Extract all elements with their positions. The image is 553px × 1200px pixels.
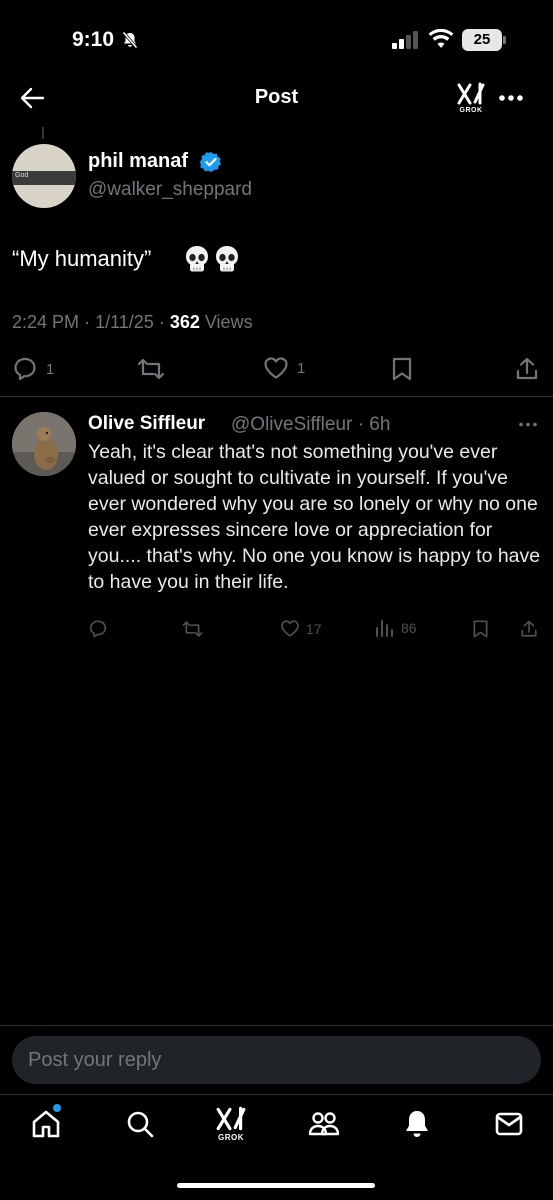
home-icon	[32, 1110, 60, 1138]
home-indicator[interactable]	[177, 1183, 375, 1188]
notification-dot	[53, 1104, 61, 1112]
share-icon	[521, 620, 537, 637]
communities-icon	[308, 1112, 340, 1136]
bookmark-button[interactable]	[391, 356, 413, 382]
nav-messages[interactable]	[493, 1108, 525, 1140]
divider	[0, 396, 553, 397]
meta-separator: ·	[158, 312, 170, 332]
nav-grok[interactable]: GROK	[215, 1106, 247, 1142]
share-icon	[516, 357, 538, 380]
share-button[interactable]	[515, 356, 539, 382]
silent-mode-icon	[121, 31, 139, 49]
reply-share-button[interactable]	[520, 619, 538, 639]
author-handle[interactable]: @walker_sheppard	[88, 179, 252, 201]
meta-separator: ·	[352, 414, 370, 435]
mail-icon	[495, 1112, 523, 1136]
nav-home[interactable]	[30, 1108, 62, 1140]
nav-search[interactable]	[124, 1108, 156, 1140]
skull-icon	[186, 246, 208, 272]
author-avatar[interactable]: God	[12, 144, 76, 208]
skull-icon	[216, 246, 238, 272]
grok-button[interactable]: GROK	[456, 82, 486, 114]
post-time: 2:24 PM	[12, 312, 80, 332]
repost-icon	[182, 621, 203, 637]
cellular-signal-icon	[392, 31, 420, 49]
like-count: 1	[297, 359, 306, 377]
post-text: “My humanity”	[12, 246, 152, 271]
avatar-text: God	[15, 172, 29, 179]
thread-connector	[42, 127, 44, 139]
grok-nav-label: GROK	[218, 1133, 244, 1142]
meta-separator: ·	[84, 312, 96, 332]
reply-text: Yeah, it's clear that's not something yo…	[88, 441, 541, 593]
author-name[interactable]: phil manaf	[88, 150, 188, 173]
reply-bookmark-button[interactable]	[472, 619, 489, 639]
divider	[0, 1025, 553, 1026]
search-icon	[127, 1111, 154, 1138]
reply-views-count: 86	[401, 620, 417, 636]
comment-icon	[14, 357, 36, 381]
reply-author-avatar[interactable]	[12, 412, 76, 476]
reply-repost-button[interactable]	[181, 619, 204, 639]
repost-icon	[137, 358, 165, 380]
views-label[interactable]: Views	[205, 312, 253, 332]
reply-views-button[interactable]: 86	[375, 619, 417, 637]
bookmark-icon	[473, 620, 488, 638]
views-count: 362	[169, 312, 200, 332]
analytics-icon	[376, 620, 393, 637]
divider	[0, 1094, 553, 1095]
reply-count: 1	[46, 360, 55, 378]
grok-label: GROK	[459, 107, 483, 114]
reply-input[interactable]	[12, 1036, 541, 1084]
bookmark-icon	[392, 357, 412, 381]
wifi-icon	[428, 29, 454, 49]
reply-reply-button[interactable]	[88, 619, 108, 639]
reply-handle-line: @OliveSiffleur · 6h	[231, 414, 390, 436]
grok-icon	[216, 1106, 246, 1131]
status-time: 9:10	[72, 28, 115, 51]
reply-button[interactable]: 1	[12, 356, 54, 382]
battery-cap	[503, 36, 506, 44]
heart-icon	[281, 620, 299, 637]
reply-age: 6h	[369, 414, 391, 435]
reply-more-options-icon[interactable]	[518, 422, 538, 427]
post-date: 1/11/25	[95, 312, 154, 332]
battery-indicator: 25	[462, 29, 502, 51]
skull-emojis	[184, 245, 240, 273]
verified-badge-icon	[200, 151, 222, 173]
reply-like-button[interactable]: 17	[280, 619, 322, 638]
reply-like-count: 17	[306, 620, 322, 637]
heart-icon	[264, 357, 288, 379]
like-button[interactable]: 1	[263, 356, 305, 380]
grok-icon	[457, 82, 485, 105]
nav-notifications[interactable]	[401, 1108, 433, 1140]
post-meta: 2:24 PM · 1/11/25 · 362 Views	[12, 312, 253, 333]
reply-author-name[interactable]: Olive Siffleur	[88, 413, 205, 435]
more-options-icon[interactable]	[498, 94, 524, 102]
nav-communities[interactable]	[307, 1108, 341, 1140]
bell-icon	[406, 1111, 428, 1137]
repost-button[interactable]	[136, 356, 166, 382]
comment-icon	[89, 620, 107, 638]
reply-author-handle[interactable]: @OliveSiffleur	[231, 414, 352, 435]
